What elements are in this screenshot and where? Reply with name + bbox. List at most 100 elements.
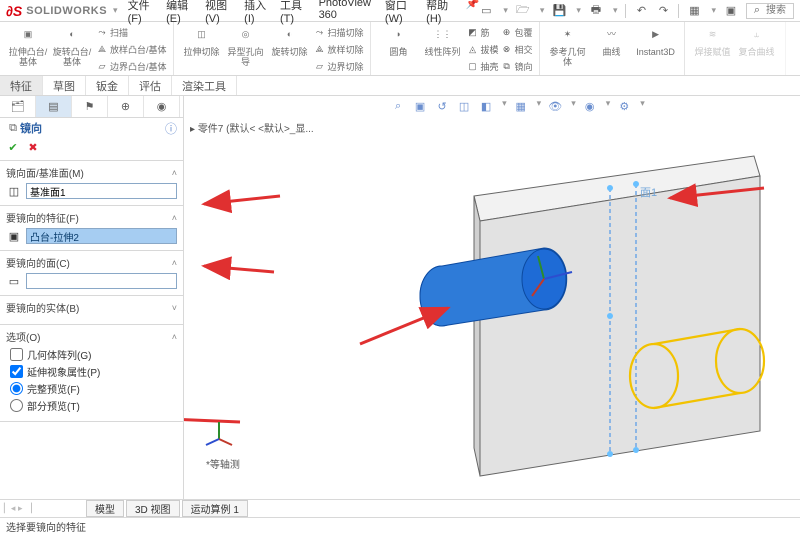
mgrtab-property[interactable]: ▤: [36, 96, 72, 117]
search-input[interactable]: [764, 4, 790, 17]
fillet-button[interactable]: ◗圆角: [377, 24, 421, 74]
mgrtab-dim[interactable]: ⊕: [108, 96, 144, 117]
redo-icon[interactable]: ↷: [656, 4, 670, 18]
tab-feature[interactable]: 特征: [0, 76, 43, 95]
open-icon[interactable]: 🗁: [516, 4, 530, 18]
feature-field[interactable]: [26, 228, 177, 244]
menu-tools[interactable]: 工具(T): [280, 0, 307, 25]
tab-sheetmetal[interactable]: 钣金: [86, 76, 129, 95]
help-icon[interactable]: ⓘ: [165, 120, 177, 137]
search-box[interactable]: ⌕: [746, 3, 794, 19]
weld-icon: ≋: [702, 24, 724, 46]
extrude-boss-icon: ▣: [17, 24, 39, 46]
menu-help[interactable]: 帮助(H): [426, 0, 453, 25]
manager-tabs: 🗂 ▤ ⚑ ⊕ ◉: [0, 96, 183, 118]
mirror-button[interactable]: ⧉镜向: [501, 58, 533, 74]
tab-motion[interactable]: 运动算例 1: [182, 500, 248, 517]
opt-partial-preview[interactable]: 部分预览(T): [10, 398, 177, 413]
hole-wizard-icon: ◎: [235, 24, 257, 46]
mgrtab-feature-tree[interactable]: 🗂: [0, 96, 36, 117]
sweep-button[interactable]: ⤳扫描: [96, 24, 167, 40]
extrude-cut-icon: ◫: [191, 24, 213, 46]
chevron-down-icon[interactable]: ▾: [113, 5, 118, 16]
viewport-3d[interactable]: ⌕ ▣ ↺ ◫ ◧▾ ▦▾ 👁▾ ◉▾ ⚙▾ ▸ 零件7 (默认< <默认>_显…: [184, 96, 800, 499]
curves-button[interactable]: 〰曲线: [590, 24, 634, 74]
tab-render[interactable]: 渲染工具: [172, 76, 237, 95]
sweep-cut-button[interactable]: ⤳扫描切除: [314, 24, 364, 40]
chevron-up-icon[interactable]: ˄: [172, 332, 177, 342]
hole-wizard-button[interactable]: ◎异型孔向导: [224, 24, 268, 74]
section-mirror-plane: 镜向面/基准面(M)˄ ◫: [0, 161, 183, 206]
boundary-cut-button[interactable]: ▱边界切除: [314, 58, 364, 74]
boundary-button[interactable]: ▱边界凸台/基体: [96, 58, 167, 74]
menu-window[interactable]: 窗口(W): [385, 0, 414, 25]
view-name-label: *等轴测: [206, 456, 240, 471]
rebuild-icon[interactable]: ▣: [724, 4, 738, 18]
wrap-button[interactable]: ⊕包覆: [501, 24, 533, 40]
revolve-cut-button[interactable]: ◐旋转切除: [268, 24, 312, 74]
instant3d-icon: ▶: [645, 24, 667, 46]
ribbon: ▣拉伸凸台/基体 ◐旋转凸台/基体 ⤳扫描 ⟁放样凸台/基体 ▱边界凸台/基体 …: [0, 22, 800, 76]
opt-geom-pattern[interactable]: 几何体阵列(G): [10, 347, 177, 362]
ref-geom-button[interactable]: ✶参考几何体: [546, 24, 590, 74]
mgrtab-config[interactable]: ⚑: [72, 96, 108, 117]
intersect-button[interactable]: ⊗相交: [501, 41, 533, 57]
revolve-boss-button[interactable]: ◐旋转凸台/基体: [50, 24, 94, 74]
section-label: 要镜向的面(C): [6, 255, 70, 270]
menu-pin-icon[interactable]: 📌: [466, 0, 480, 25]
undo-icon[interactable]: ↶: [634, 4, 648, 18]
tab-model[interactable]: 模型: [86, 500, 124, 517]
mirror-plane-field[interactable]: [26, 183, 177, 199]
sweep-cut-icon: ⤳: [314, 26, 326, 38]
orientation-triad[interactable]: [204, 419, 234, 449]
opt-propagate[interactable]: 延伸视象属性(P): [10, 364, 177, 379]
ok-button[interactable]: ✔: [6, 140, 20, 154]
menu-view[interactable]: 视图(V): [205, 0, 232, 25]
property-manager: 🗂 ▤ ⚑ ⊕ ◉ ⧉ 镜向 ⓘ ✔ ✖ 镜向面/基准面(M)˄ ◫ 要镜向的特…: [0, 96, 184, 499]
draft-icon: ◬: [467, 43, 479, 55]
opt-full-preview[interactable]: 完整预览(F): [10, 381, 177, 396]
chevron-up-icon[interactable]: ˄: [172, 258, 177, 268]
tab-3dview[interactable]: 3D 视图: [126, 500, 180, 517]
draft-button[interactable]: ◬拔模: [467, 41, 499, 57]
cancel-button[interactable]: ✖: [26, 140, 40, 154]
loft-cut-button[interactable]: ⟁放样切除: [314, 41, 364, 57]
chevron-up-icon[interactable]: ˄: [172, 213, 177, 223]
menu-file[interactable]: 文件(F): [128, 0, 155, 25]
face-field[interactable]: [26, 273, 177, 289]
extrude-boss-button[interactable]: ▣拉伸凸台/基体: [6, 24, 50, 74]
menu-edit[interactable]: 编辑(E): [166, 0, 193, 25]
section-label: 选项(O): [6, 329, 40, 344]
section-options: 选项(O) ˄ 几何体阵列(G) 延伸视象属性(P) 完整预览(F) 部分预览(T…: [0, 325, 183, 422]
loft-button[interactable]: ⟁放样凸台/基体: [96, 41, 167, 57]
print-icon[interactable]: 🖶: [589, 4, 603, 18]
menu-pv360[interactable]: PhotoView 360: [319, 0, 373, 25]
extrude-cut-button[interactable]: ◫拉伸切除: [180, 24, 224, 74]
command-tabs: 特征 草图 钣金 评估 渲染工具: [0, 76, 800, 96]
rib-button[interactable]: ◩筋: [467, 24, 499, 40]
tab-evaluate[interactable]: 评估: [129, 76, 172, 95]
section-label: 镜向面/基准面(M): [6, 165, 84, 180]
ribbon-group-ref: ✶参考几何体 〰曲线 ▶Instant3D: [540, 22, 685, 75]
revolve-boss-icon: ◐: [61, 24, 83, 46]
section-faces: 要镜向的面(C)˄ ▭: [0, 251, 183, 296]
tab-sketch[interactable]: 草图: [43, 76, 86, 95]
linear-pattern-button[interactable]: ⋮⋮线性阵列: [421, 24, 465, 74]
chevron-down-icon[interactable]: ˅: [172, 303, 177, 313]
search-icon: ⌕: [750, 4, 764, 18]
bottom-view-tabs: ▏◂ ▸ ▕ 模型 3D 视图 运动算例 1: [0, 499, 800, 517]
sweep-icon: ⤳: [96, 26, 108, 38]
wrap-icon: ⊕: [501, 26, 513, 38]
dim-icon: ⊕: [119, 100, 133, 114]
tab-scroll-icons[interactable]: ▏◂ ▸ ▕: [4, 503, 84, 514]
menu-insert[interactable]: 插入(I): [244, 0, 268, 25]
instant3d-button[interactable]: ▶Instant3D: [634, 24, 678, 74]
shell-button[interactable]: ▢抽壳: [467, 58, 499, 74]
mgrtab-render[interactable]: ◉: [144, 96, 180, 117]
chevron-up-icon[interactable]: ˄: [172, 168, 177, 178]
titlebar: ∂S SOLIDWORKS ▾ 文件(F) 编辑(E) 视图(V) 插入(I) …: [0, 0, 800, 22]
settings-icon[interactable]: ▦: [687, 4, 701, 18]
menu-bar: 文件(F) 编辑(E) 视图(V) 插入(I) 工具(T) PhotoView …: [128, 0, 480, 25]
save-icon[interactable]: 💾: [552, 4, 566, 18]
new-icon[interactable]: ▭: [479, 4, 493, 18]
